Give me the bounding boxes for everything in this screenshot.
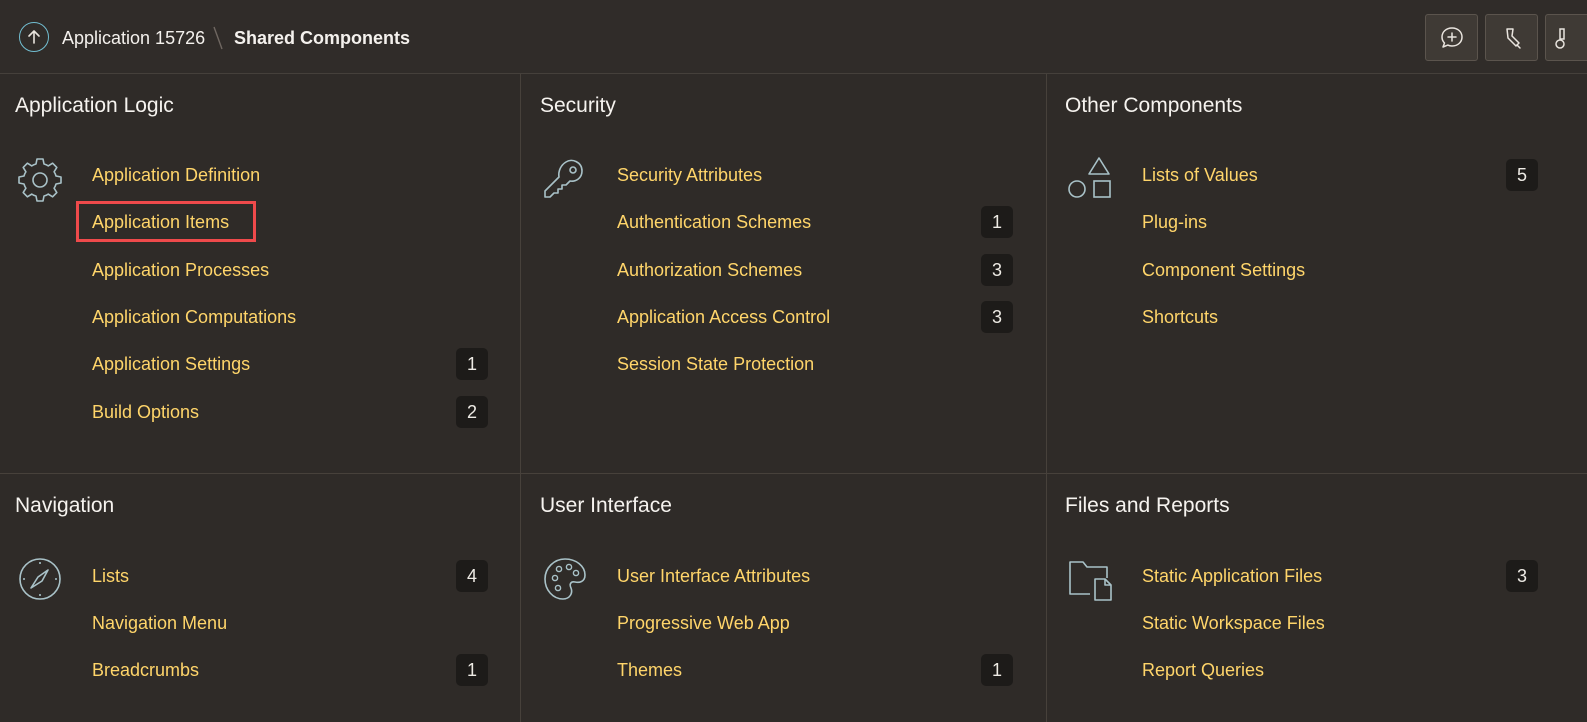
link-breadcrumbs[interactable]: Breadcrumbs (92, 658, 199, 682)
list-item: Authorization Schemes 3 (617, 254, 1013, 286)
list-item: Lists 4 (92, 560, 488, 592)
panel-files-and-reports: Files and Reports Static Application Fil… (1050, 474, 1575, 722)
list-item: Progressive Web App (617, 607, 1013, 639)
link-plug-ins[interactable]: Plug-ins (1142, 210, 1207, 234)
count-badge: 5 (1506, 159, 1538, 191)
count-badge: 1 (456, 654, 488, 686)
link-session-state-protection[interactable]: Session State Protection (617, 352, 814, 376)
shapes-icon (1068, 157, 1111, 198)
list-item: Application Access Control 3 (617, 301, 1013, 333)
link-shortcuts[interactable]: Shortcuts (1142, 305, 1218, 329)
link-user-interface-attributes[interactable]: User Interface Attributes (617, 564, 810, 588)
count-badge: 3 (981, 254, 1013, 286)
panel-user-interface: User Interface User Interface Attributes… (525, 474, 1050, 722)
list-item: User Interface Attributes (617, 560, 1013, 592)
link-component-settings[interactable]: Component Settings (1142, 258, 1305, 282)
panel-title: Application Logic (15, 94, 174, 117)
link-application-items[interactable]: Application Items (92, 210, 229, 234)
link-application-processes[interactable]: Application Processes (92, 258, 269, 282)
list-item: Session State Protection (617, 348, 1013, 380)
link-report-queries[interactable]: Report Queries (1142, 658, 1264, 682)
list-item: Application Processes (92, 254, 488, 286)
panel-navigation: Navigation Lists 4 Navigation Menu Bread… (0, 474, 525, 722)
palette-icon (544, 558, 586, 600)
list-item: Lists of Values 5 (1142, 159, 1538, 191)
panel-application-logic: Application Logic Application Definition… (0, 74, 525, 473)
shared-components-page: Application 15726 Shared Components Appl… (0, 0, 1587, 722)
count-badge: 1 (981, 654, 1013, 686)
list-item: Static Workspace Files (1142, 607, 1538, 639)
top-bar: Application 15726 Shared Components (0, 0, 1587, 74)
list-item: Themes 1 (617, 654, 1013, 686)
list-item: Application Items (92, 206, 488, 238)
panel-title: Files and Reports (1065, 494, 1230, 517)
folder-file-icon (1069, 561, 1112, 601)
link-application-definition[interactable]: Application Definition (92, 163, 260, 187)
comment-plus-icon (1440, 26, 1463, 48)
link-authentication-schemes[interactable]: Authentication Schemes (617, 210, 811, 234)
theme-button[interactable] (1545, 14, 1587, 61)
list-item: Component Settings (1142, 254, 1538, 286)
count-badge: 3 (981, 301, 1013, 333)
link-static-application-files[interactable]: Static Application Files (1142, 564, 1322, 588)
panel-security: Security Security Attributes Authenticat… (525, 74, 1050, 473)
count-badge: 2 (456, 396, 488, 428)
highlighter-icon (1505, 27, 1521, 49)
link-lists-of-values[interactable]: Lists of Values (1142, 163, 1258, 187)
link-application-access-control[interactable]: Application Access Control (617, 305, 830, 329)
arrow-up-icon (28, 30, 40, 44)
link-application-computations[interactable]: Application Computations (92, 305, 296, 329)
count-badge: 4 (456, 560, 488, 592)
link-static-workspace-files[interactable]: Static Workspace Files (1142, 611, 1325, 635)
list-item: Application Settings 1 (92, 348, 488, 380)
list-item: Security Attributes (617, 159, 1013, 191)
gear-icon (18, 158, 62, 202)
panel-title: User Interface (540, 494, 672, 517)
list-item: Shortcuts (1142, 301, 1538, 333)
compass-icon (19, 558, 61, 600)
list-item: Build Options 2 (92, 396, 488, 428)
brush-icon (1555, 27, 1565, 49)
list-item: Report Queries (1142, 654, 1538, 686)
list-item: Application Computations (92, 301, 488, 333)
list-item: Plug-ins (1142, 206, 1538, 238)
panel-title: Navigation (15, 494, 115, 517)
count-badge: 1 (456, 348, 488, 380)
link-security-attributes[interactable]: Security Attributes (617, 163, 762, 187)
link-application-settings[interactable]: Application Settings (92, 352, 250, 376)
key-icon (544, 159, 583, 198)
navigate-up-button[interactable] (19, 22, 49, 52)
link-navigation-menu[interactable]: Navigation Menu (92, 611, 227, 635)
link-lists[interactable]: Lists (92, 564, 129, 588)
panel-other-components: Other Components Lists of Values 5 Plug-… (1050, 74, 1575, 473)
list-item: Authentication Schemes 1 (617, 206, 1013, 238)
link-build-options[interactable]: Build Options (92, 400, 199, 424)
panel-title: Security (540, 94, 616, 117)
count-badge: 1 (981, 206, 1013, 238)
list-item: Navigation Menu (92, 607, 488, 639)
breadcrumb-separator (213, 26, 223, 50)
list-item: Application Definition (92, 159, 488, 191)
link-progressive-web-app[interactable]: Progressive Web App (617, 611, 790, 635)
page-title: Shared Components (234, 28, 411, 48)
list-item: Static Application Files 3 (1142, 560, 1538, 592)
link-authorization-schemes[interactable]: Authorization Schemes (617, 258, 802, 282)
link-themes[interactable]: Themes (617, 658, 682, 682)
list-item: Breadcrumbs 1 (92, 654, 488, 686)
feedback-button[interactable] (1425, 14, 1478, 61)
panel-title: Other Components (1065, 94, 1243, 117)
highlight-button[interactable] (1485, 14, 1538, 61)
breadcrumb-app-link[interactable]: Application 15726 (62, 26, 205, 50)
count-badge: 3 (1506, 560, 1538, 592)
